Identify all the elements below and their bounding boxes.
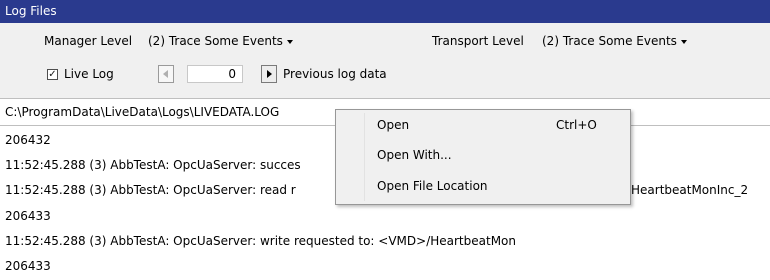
previous-log-data-label: Previous log data [283, 67, 387, 81]
chevron-down-icon [286, 39, 293, 44]
menu-item-label: Open File Location [377, 179, 488, 193]
log-file-path-text: C:\ProgramData\LiveData\Logs\LIVEDATA.LO… [5, 105, 280, 119]
log-line: 11:52:45.288 (3) AbbTestA: OpcUaServer: … [5, 183, 296, 197]
transport-level-label: Transport Level [432, 34, 524, 48]
manager-level-label: Manager Level [44, 34, 133, 48]
log-line: 206433 [5, 209, 51, 223]
arrow-left-icon [163, 70, 168, 78]
live-log-checkbox[interactable]: ✓ [47, 69, 58, 80]
log-line: 11:52:45.288 (3) AbbTestA: OpcUaServer: … [5, 158, 301, 172]
live-log-label[interactable]: Live Log [64, 67, 114, 81]
settings-panel: Manager Level (2) Trace Some Events Tran… [0, 23, 770, 98]
menu-item-open-file-location[interactable]: Open File Location [338, 176, 628, 198]
context-menu: Open Ctrl+O Open With... Open File Locat… [335, 109, 631, 205]
level-row: Manager Level (2) Trace Some Events Tran… [0, 23, 770, 58]
transport-level-value: (2) Trace Some Events [542, 34, 677, 48]
chevron-down-icon [680, 39, 687, 44]
menu-item-open[interactable]: Open Ctrl+O [338, 115, 628, 137]
log-line: 206433 [5, 259, 51, 273]
next-button[interactable] [261, 65, 277, 83]
log-line: 206432 [5, 133, 51, 147]
log-line: 11:52:45.288 (3) AbbTestA: OpcUaServer: … [5, 234, 516, 248]
transport-level-dropdown[interactable]: (2) Trace Some Events [542, 34, 687, 48]
log-index-input[interactable]: 0 [187, 65, 243, 83]
log-line-overflow: HeartbeatMonInc_2 [631, 183, 749, 197]
menu-item-open-with[interactable]: Open With... [338, 145, 628, 167]
menu-item-label: Open With... [377, 148, 452, 162]
menu-item-shortcut: Ctrl+O [556, 118, 597, 132]
menu-item-label: Open [377, 118, 410, 132]
live-log-row: ✓ Live Log 0 Previous log data [0, 58, 770, 98]
previous-button[interactable] [158, 65, 174, 83]
arrow-right-icon [267, 70, 272, 78]
panel-title: Log Files [0, 0, 770, 23]
manager-level-dropdown[interactable]: (2) Trace Some Events [148, 34, 293, 48]
manager-level-value: (2) Trace Some Events [148, 34, 283, 48]
